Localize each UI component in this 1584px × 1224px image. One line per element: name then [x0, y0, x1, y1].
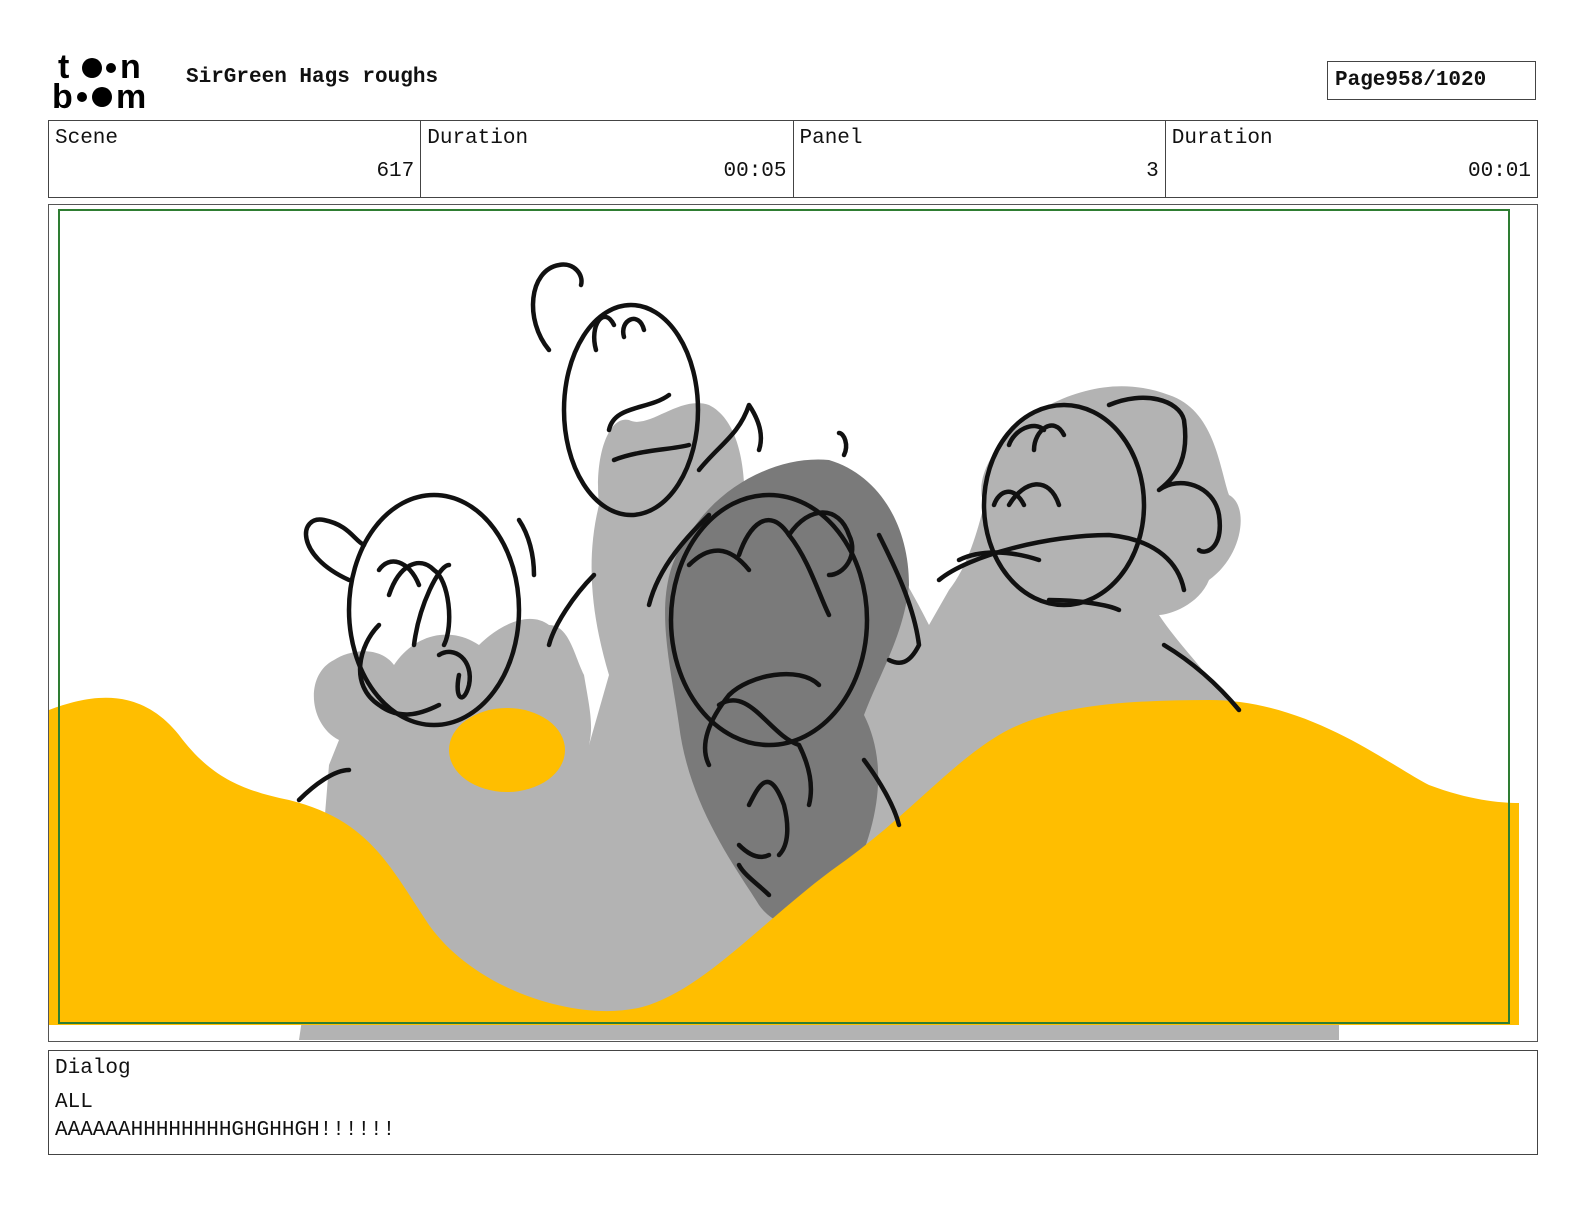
document-title: SirGreen Hags roughs [186, 66, 439, 89]
scene-duration-cell: Duration 00:05 [420, 121, 792, 197]
page-number: 958/1020 [1385, 69, 1487, 92]
panel-duration-label: Duration [1171, 127, 1273, 150]
scene-info-bar: Scene 617 Duration 00:05 Panel 3 Duratio… [48, 120, 1538, 198]
panel-cell: Panel 3 [792, 121, 1165, 197]
dialog-speaker: ALL [55, 1091, 93, 1114]
page-label: Page [1335, 69, 1386, 92]
scene-label: Scene [55, 127, 119, 150]
sand-blob [449, 708, 565, 792]
dialog-box: Dialog ALL AAAAAAHHHHHHHHGHGHHGH!!!!!! [48, 1050, 1538, 1155]
toon-boom-logo: t n b m [52, 50, 146, 112]
scene-duration-value: 00:05 [723, 160, 787, 183]
svg-text:m: m [116, 78, 146, 112]
panel-duration-cell: Duration 00:01 [1164, 121, 1537, 197]
panel-value: 3 [1146, 160, 1159, 183]
panel-duration-value: 00:01 [1467, 160, 1531, 183]
page-indicator: Page 958/1020 [1327, 61, 1536, 100]
scene-duration-label: Duration [427, 127, 529, 150]
svg-text:b: b [52, 78, 73, 112]
dialog-label: Dialog [55, 1057, 131, 1080]
panel-drawing [49, 209, 1519, 1040]
dialog-text: AAAAAAHHHHHHHHGHGHHGH!!!!!! [55, 1119, 396, 1142]
storyboard-panel [48, 204, 1538, 1042]
scene-value: 617 [376, 160, 415, 183]
scene-cell: Scene 617 [49, 121, 420, 197]
panel-label: Panel [799, 127, 863, 150]
